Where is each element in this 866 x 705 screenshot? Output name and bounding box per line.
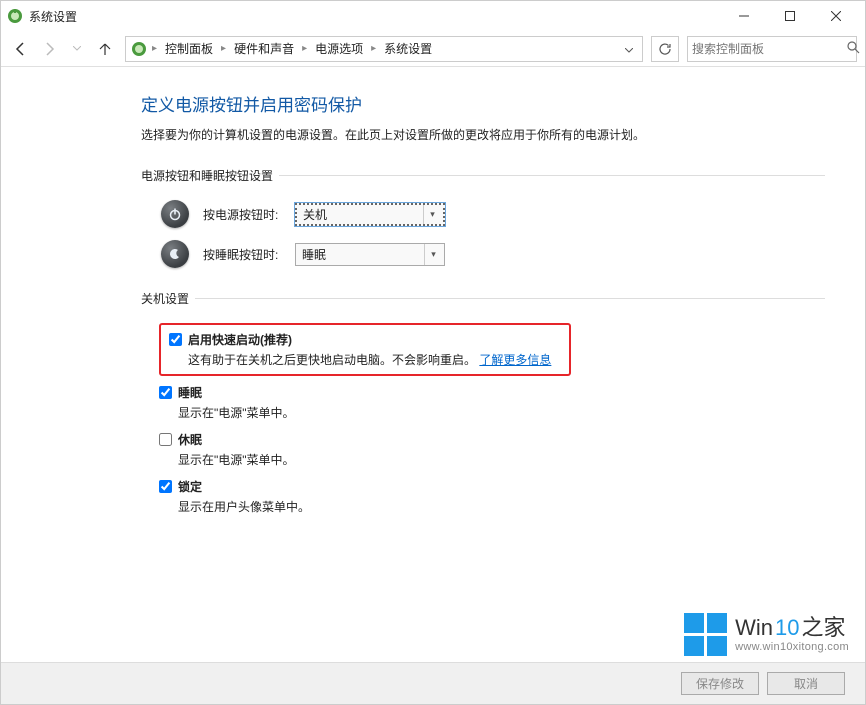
hibernate-option-label: 休眠 (178, 431, 202, 448)
power-button-select[interactable]: 关机 ▾ (295, 203, 445, 226)
fast-startup-highlight: 启用快速启动(推荐) 这有助于在关机之后更快地启动电脑。不会影响重启。 了解更多… (159, 323, 571, 376)
lock-option-label: 锁定 (178, 478, 202, 495)
section-heading-shutdown: 关机设置 (141, 290, 825, 307)
sleep-button-select[interactable]: 睡眠 ▾ (295, 243, 445, 266)
fast-startup-checkbox[interactable] (169, 333, 182, 346)
refresh-button[interactable] (651, 36, 679, 62)
chevron-right-icon[interactable]: ▸ (150, 43, 159, 54)
chevron-right-icon[interactable]: ▸ (369, 43, 378, 54)
address-bar[interactable]: ▸ 控制面板 ▸ 硬件和声音 ▸ 电源选项 ▸ 系统设置 (125, 36, 643, 62)
chevron-right-icon[interactable]: ▸ (219, 43, 228, 54)
lock-option-desc: 显示在用户头像菜单中。 (178, 498, 825, 515)
window-title: 系统设置 (29, 8, 77, 25)
search-icon[interactable] (847, 41, 860, 57)
watermark: Win10之家 www.win10xitong.com (684, 613, 849, 656)
breadcrumb-item[interactable]: 控制面板 (161, 40, 217, 57)
content-area: 定义电源按钮并启用密码保护 选择要为你的计算机设置的电源设置。在此页上对设置所做… (1, 67, 865, 515)
save-button[interactable]: 保存修改 (681, 672, 759, 695)
sleep-checkbox[interactable] (159, 386, 172, 399)
app-icon (7, 8, 23, 24)
search-box[interactable] (687, 36, 857, 62)
fast-startup-desc: 这有助于在关机之后更快地启动电脑。不会影响重启。 (188, 353, 476, 367)
hibernate-option-desc: 显示在"电源"菜单中。 (178, 451, 825, 468)
sleep-button-row: 按睡眠按钮时: 睡眠 ▾ (141, 240, 825, 268)
windows-logo-icon (684, 613, 727, 656)
forward-button[interactable] (37, 37, 61, 61)
chevron-down-icon: ▾ (423, 205, 441, 224)
title-bar: 系统设置 (1, 1, 865, 31)
address-icon (130, 40, 148, 58)
search-input[interactable] (692, 42, 847, 56)
chevron-right-icon[interactable]: ▸ (300, 43, 309, 54)
maximize-button[interactable] (767, 1, 813, 31)
watermark-brand: Win10之家 (735, 615, 849, 641)
minimize-button[interactable] (721, 1, 767, 31)
back-button[interactable] (9, 37, 33, 61)
learn-more-link[interactable]: 了解更多信息 (479, 353, 551, 367)
fast-startup-label: 启用快速启动(推荐) (188, 331, 292, 348)
hibernate-checkbox[interactable] (159, 433, 172, 446)
section-heading-buttons: 电源按钮和睡眠按钮设置 (141, 167, 825, 184)
address-dropdown[interactable] (620, 42, 638, 56)
power-button-row: 按电源按钮时: 关机 ▾ (141, 200, 825, 228)
watermark-url: www.win10xitong.com (735, 641, 849, 654)
breadcrumb-item[interactable]: 系统设置 (380, 40, 436, 57)
breadcrumb-item[interactable]: 硬件和声音 (230, 40, 298, 57)
sleep-icon (161, 240, 189, 268)
bottom-bar: 保存修改 取消 (1, 662, 865, 704)
breadcrumb-item[interactable]: 电源选项 (311, 40, 367, 57)
lock-checkbox[interactable] (159, 480, 172, 493)
cancel-button[interactable]: 取消 (767, 672, 845, 695)
power-button-label: 按电源按钮时: (203, 206, 295, 223)
power-icon (161, 200, 189, 228)
close-button[interactable] (813, 1, 859, 31)
up-button[interactable] (93, 37, 117, 61)
recent-dropdown[interactable] (65, 37, 89, 61)
page-description: 选择要为你的计算机设置的电源设置。在此页上对设置所做的更改将应用于你所有的电源计… (141, 126, 825, 143)
sleep-option-desc: 显示在"电源"菜单中。 (178, 404, 825, 421)
sleep-button-label: 按睡眠按钮时: (203, 246, 295, 263)
page-title: 定义电源按钮并启用密码保护 (141, 91, 825, 116)
sleep-option-label: 睡眠 (178, 384, 202, 401)
chevron-down-icon: ▾ (424, 244, 442, 265)
nav-bar: ▸ 控制面板 ▸ 硬件和声音 ▸ 电源选项 ▸ 系统设置 (1, 31, 865, 67)
